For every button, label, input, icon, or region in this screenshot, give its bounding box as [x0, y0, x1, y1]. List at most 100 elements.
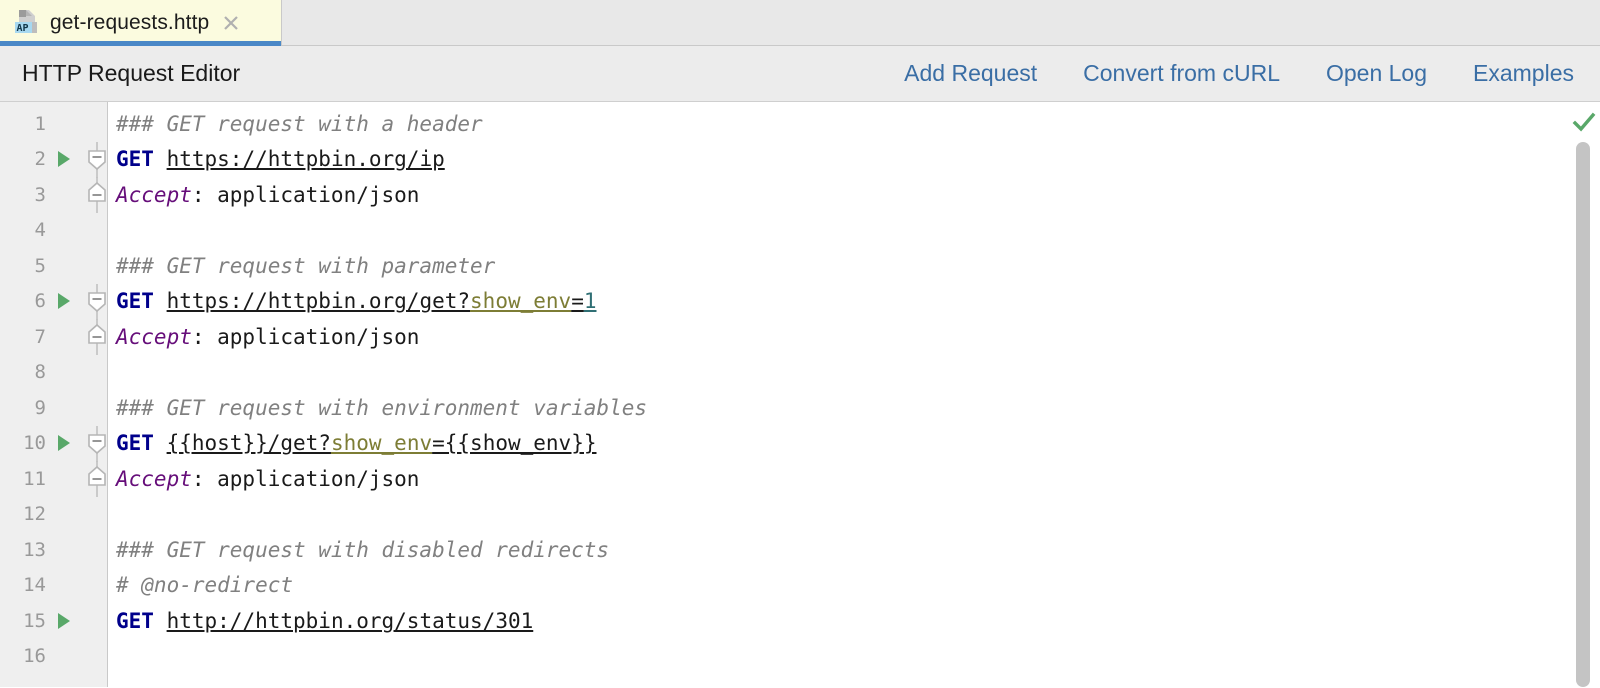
- gutter-line-14: 14: [0, 568, 107, 604]
- gutter-line-8: 8: [0, 355, 107, 391]
- run-request-icon[interactable]: [56, 612, 72, 630]
- line-number: 5: [34, 254, 46, 277]
- token-param: show_env: [470, 289, 572, 314]
- editor-toolbar: HTTP Request Editor Add Request Convert …: [0, 46, 1600, 102]
- token-plain: : application/json: [191, 324, 420, 349]
- line-number: 7: [34, 325, 46, 348]
- token-header: Accept: [116, 182, 192, 207]
- token-val: 1: [583, 289, 597, 314]
- token-method: GET: [116, 431, 154, 456]
- gutter-line-9: 9: [0, 390, 107, 426]
- convert-from-curl-link[interactable]: Convert from cURL: [1083, 60, 1280, 87]
- editor-tab-get-requests-http[interactable]: AP get-requests.http: [0, 0, 282, 46]
- token-comment: ### GET request with a header: [116, 111, 483, 136]
- token-param: show_env: [330, 431, 433, 456]
- code-line-6[interactable]: GET https://httpbin.org/get? show_env = 1: [108, 284, 1600, 320]
- token-comment: # @no-redirect: [116, 573, 294, 598]
- fold-collapse-icon[interactable]: [81, 141, 107, 178]
- code-line-5[interactable]: ### GET request with parameter: [108, 248, 1600, 284]
- gutter-line-7: 7: [0, 319, 107, 355]
- fold-end-icon[interactable]: [81, 177, 107, 213]
- line-number: 6: [34, 290, 46, 313]
- line-number: 15: [23, 609, 46, 632]
- token-url[interactable]: {{host}}/get?: [167, 431, 331, 455]
- gutter-line-3: 3: [0, 177, 107, 213]
- tab-label: get-requests.http: [50, 10, 210, 34]
- token-plain: : application/json: [191, 466, 420, 491]
- code-line-14[interactable]: # @no-redirect: [108, 568, 1600, 604]
- svg-text:AP: AP: [17, 23, 29, 34]
- code-line-13[interactable]: ### GET request with disabled redirects: [108, 532, 1600, 568]
- code-line-12[interactable]: [108, 497, 1600, 533]
- line-number: 9: [34, 396, 46, 419]
- token-url[interactable]: http://httpbin.org/status/301: [167, 609, 534, 633]
- line-number: 12: [23, 503, 46, 526]
- gutter-line-4: 4: [0, 213, 107, 249]
- token-comment: ### GET request with environment variabl…: [116, 395, 648, 420]
- token-url[interactable]: https://httpbin.org/get?: [167, 289, 470, 313]
- fold-end-icon[interactable]: [81, 461, 107, 497]
- code-line-9[interactable]: ### GET request with environment variabl…: [108, 390, 1600, 426]
- line-number: 3: [34, 183, 46, 206]
- code-line-16[interactable]: [108, 639, 1600, 675]
- token-sp: [154, 147, 167, 171]
- gutter-line-1: 1: [0, 106, 107, 142]
- checkmark-icon[interactable]: [1572, 110, 1596, 134]
- fold-collapse-icon[interactable]: [81, 425, 107, 462]
- line-number: 8: [34, 361, 46, 384]
- gutter-line-6: 6: [0, 283, 107, 320]
- line-number: 16: [23, 645, 46, 668]
- token-method: GET: [116, 608, 154, 633]
- page-title: HTTP Request Editor: [22, 60, 241, 86]
- editor-right-rail: [1566, 102, 1600, 687]
- line-number: 1: [34, 112, 46, 135]
- gutter-line-2: 2: [0, 141, 107, 178]
- run-request-icon[interactable]: [56, 434, 72, 452]
- code-line-10[interactable]: GET {{host}}/get? show_env ={{show_env}}: [108, 426, 1600, 462]
- token-comment: ### GET request with parameter: [116, 253, 496, 278]
- run-request-icon[interactable]: [56, 150, 72, 168]
- http-request-editor: 1 2 3 4 5 6 7 8 9 10 11 12 13 14 15 16 ### GET request …: [0, 102, 1600, 687]
- editor-code-area[interactable]: ### GET request with a header GET https:/…: [108, 102, 1600, 687]
- code-line-11[interactable]: Accept: application/json: [108, 461, 1600, 497]
- token-eq: ={{show_env}}: [432, 431, 597, 456]
- code-line-7[interactable]: Accept: application/json: [108, 319, 1600, 355]
- token-sp: [154, 431, 167, 455]
- gutter-line-11: 11: [0, 461, 107, 497]
- code-line-4[interactable]: [108, 213, 1600, 249]
- line-number: 11: [23, 467, 46, 490]
- examples-link[interactable]: Examples: [1473, 60, 1574, 87]
- token-sp: [154, 289, 167, 313]
- gutter-line-15: 15: [0, 603, 107, 639]
- token-method: GET: [116, 289, 154, 314]
- run-request-icon[interactable]: [56, 292, 72, 310]
- gutter-line-5: 5: [0, 248, 107, 284]
- code-line-2[interactable]: GET https://httpbin.org/ip: [108, 142, 1600, 178]
- line-number: 14: [23, 574, 46, 597]
- gutter-line-12: 12: [0, 497, 107, 533]
- code-line-15[interactable]: GET http://httpbin.org/status/301: [108, 603, 1600, 639]
- code-line-3[interactable]: Accept: application/json: [108, 177, 1600, 213]
- http-file-icon: AP: [14, 9, 40, 37]
- code-line-8[interactable]: [108, 355, 1600, 391]
- fold-end-icon[interactable]: [81, 319, 107, 355]
- token-eq: =: [571, 289, 584, 314]
- tab-strip: AP get-requests.http: [0, 0, 1600, 46]
- add-request-link[interactable]: Add Request: [904, 60, 1037, 87]
- token-header: Accept: [116, 324, 192, 349]
- token-sp: [154, 609, 167, 633]
- editor-scrollbar[interactable]: [1574, 142, 1592, 687]
- line-number: 10: [23, 432, 46, 455]
- token-comment: ### GET request with disabled redirects: [116, 537, 610, 562]
- gutter-line-13: 13: [0, 532, 107, 568]
- gutter-line-16: 16: [0, 639, 107, 675]
- token-url[interactable]: https://httpbin.org/ip: [167, 147, 445, 171]
- open-log-link[interactable]: Open Log: [1326, 60, 1427, 87]
- line-number: 4: [34, 219, 46, 242]
- scrollbar-thumb[interactable]: [1576, 142, 1590, 687]
- editor-gutter[interactable]: 1 2 3 4 5 6 7 8 9 10 11 12 13 14 15 16: [0, 102, 108, 687]
- code-line-1[interactable]: ### GET request with a header: [108, 106, 1600, 142]
- toolbar-actions: Add Request Convert from cURL Open Log E…: [904, 60, 1600, 87]
- fold-collapse-icon[interactable]: [81, 283, 107, 320]
- close-icon[interactable]: [221, 13, 241, 33]
